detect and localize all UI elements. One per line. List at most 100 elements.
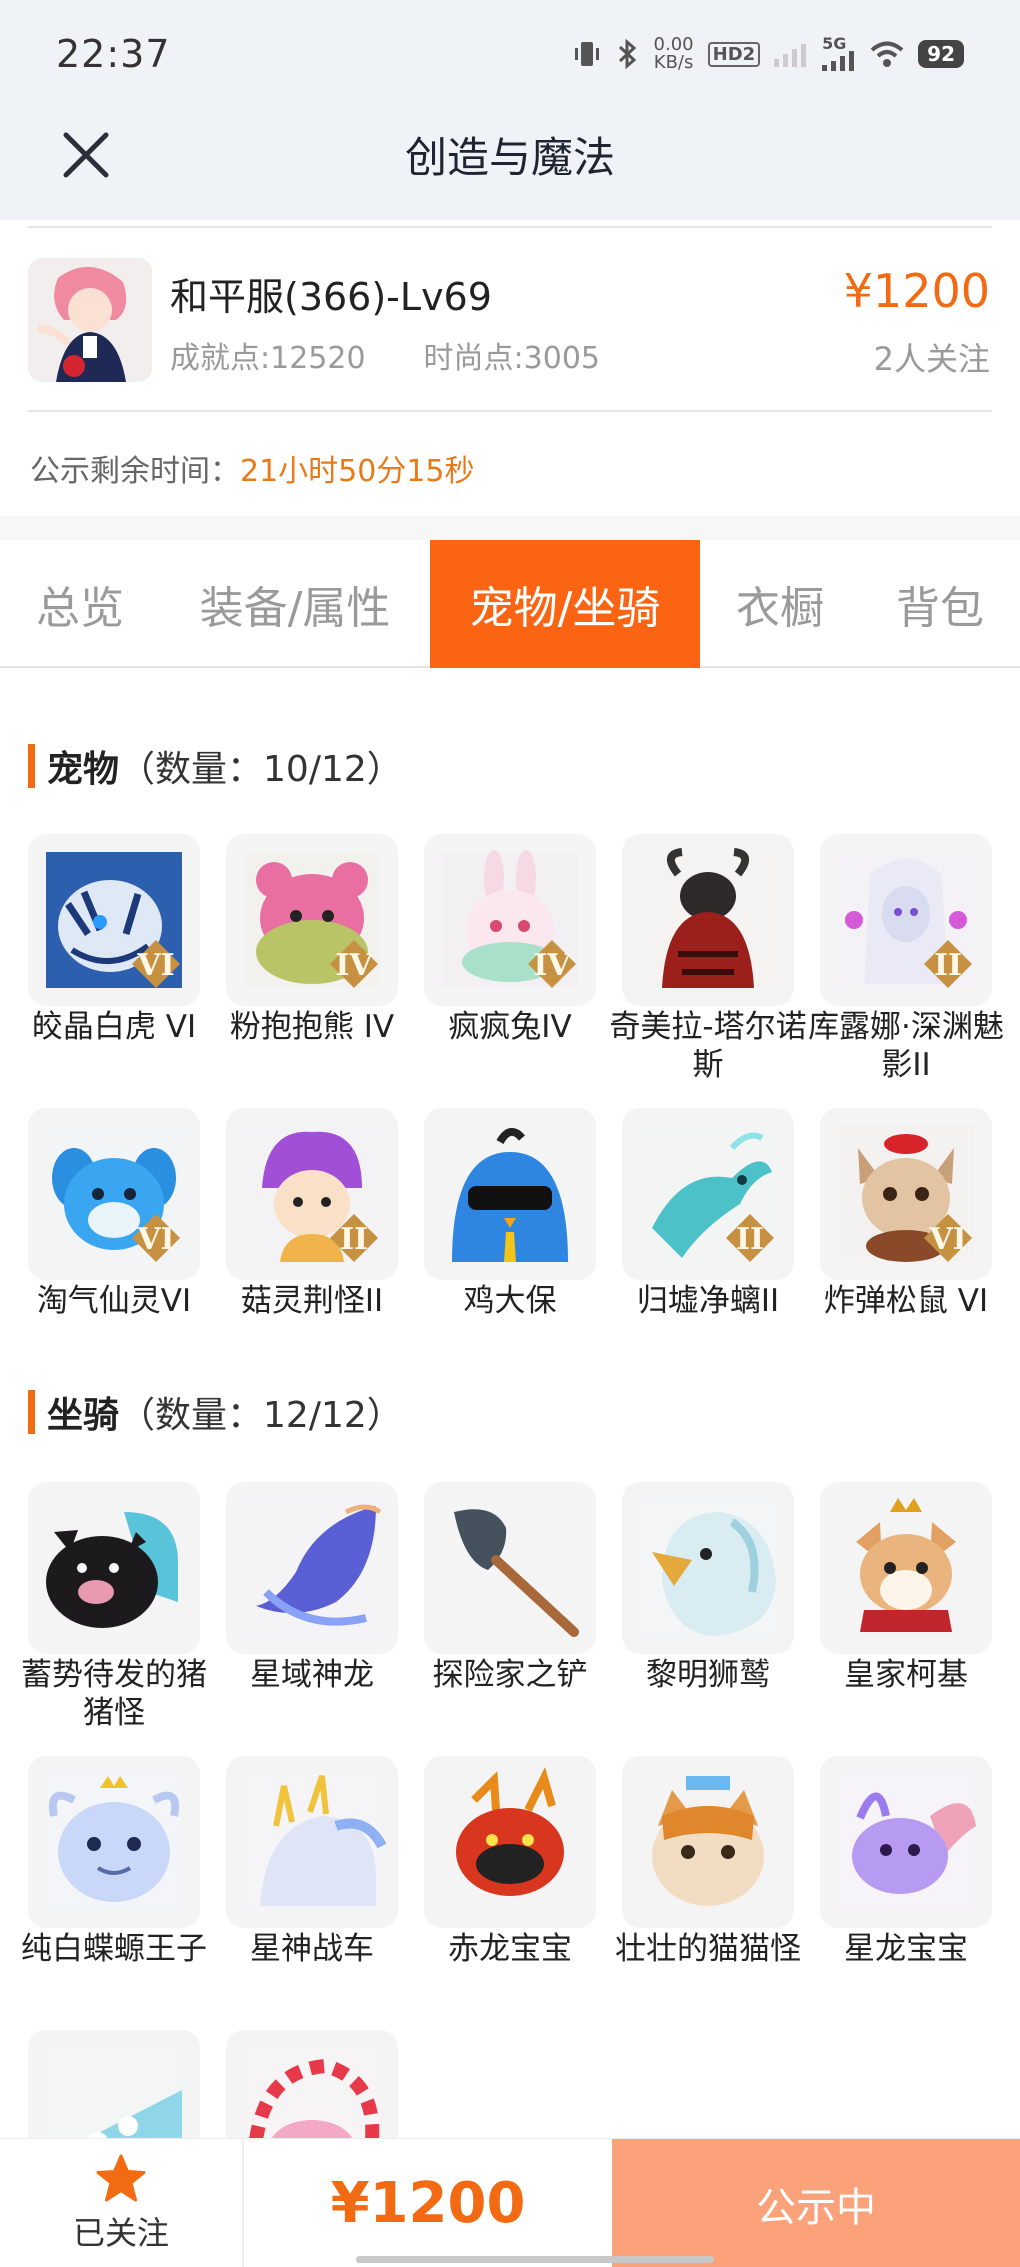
mount-item[interactable]: 探险家之铲 <box>424 1482 596 1694</box>
mount-item[interactable]: 蓄势待发的猪猪怪 <box>21 1482 207 1732</box>
tab-overview[interactable]: 总览 <box>0 540 160 668</box>
account-avatar[interactable] <box>28 258 152 382</box>
pet-label: 菇灵荆怪II <box>240 1283 384 1319</box>
tab-equipment[interactable]: 装备/属性 <box>170 540 420 668</box>
mount-thumbnail <box>424 1756 596 1928</box>
mount-item[interactable]: 皇家柯基 <box>820 1482 992 1694</box>
pet-label: 淘气仙灵VI <box>36 1283 192 1319</box>
pet-label: 鸡大保 <box>463 1283 557 1319</box>
net-speed: 0.00 KB/s <box>654 36 694 72</box>
achievement-points: 成就点:12520 <box>170 341 366 376</box>
mounts-section-title: 坐骑 （数量：12/12） <box>28 1386 403 1438</box>
mounts-title: 坐骑 <box>47 1395 120 1436</box>
bluetooth-icon <box>616 38 640 70</box>
account-price: ¥1200 <box>843 264 990 318</box>
mount-label: 黎明狮鹫 <box>646 1657 770 1693</box>
bottom-price: ¥1200 <box>330 2171 526 2236</box>
mount-thumbnail <box>820 1482 992 1654</box>
mount-item[interactable]: 星龙宝宝 <box>820 1756 992 1968</box>
pet-thumbnail: II <box>820 834 992 1006</box>
countdown-label: 公示剩余时间： <box>30 454 240 489</box>
section-marker <box>28 744 35 788</box>
mount-thumbnail <box>226 1482 398 1654</box>
pet-rank-badge: VI <box>136 948 174 983</box>
wifi-icon <box>870 40 904 68</box>
pet-rank-badge: II <box>736 1222 764 1257</box>
mount-item[interactable]: 黎明狮鹫 <box>622 1482 794 1694</box>
pet-thumbnail <box>622 834 794 1006</box>
pets-title: 宠物 <box>47 749 120 790</box>
fashion-points: 时尚点:3005 <box>423 341 601 376</box>
pets-section-title: 宠物 （数量：10/12） <box>28 740 403 792</box>
pet-label: 粉抱抱熊 IV <box>229 1009 395 1045</box>
hd-badge: HD2 <box>707 41 761 67</box>
vibrate-icon <box>572 39 602 69</box>
mount-item[interactable]: 星神战车 <box>226 1756 398 1968</box>
signal-5g-icon: 5G <box>822 34 856 71</box>
pet-rank-badge: II <box>340 1222 368 1257</box>
mount-thumbnail <box>28 1756 200 1928</box>
pet-item[interactable]: 奇美拉-塔尔诺斯 <box>609 834 807 1084</box>
pet-thumbnail: II <box>622 1108 794 1280</box>
account-stats: 成就点:12520 时尚点:3005 <box>170 333 600 377</box>
status-button[interactable]: 公示中 <box>612 2139 1020 2267</box>
bottom-action-bar: 已关注 ¥1200 公示中 <box>0 2138 1020 2267</box>
mount-item[interactable]: 壮壮的猫猫怪 <box>615 1756 801 1968</box>
mount-thumbnail <box>622 1756 794 1928</box>
pet-thumbnail: IV <box>226 834 398 1006</box>
mount-label: 探险家之铲 <box>432 1657 588 1693</box>
pet-item[interactable]: II 库露娜·深渊魅影II <box>808 834 1004 1084</box>
mount-thumbnail <box>424 1482 596 1654</box>
tab-pets-mounts[interactable]: 宠物/坐骑 <box>430 540 700 668</box>
mount-label: 纯白蝶螈王子 <box>21 1931 207 1967</box>
countdown: 公示剩余时间：21小时50分15秒 <box>30 446 475 490</box>
home-indicator[interactable] <box>356 2256 714 2263</box>
mount-label: 赤龙宝宝 <box>448 1931 572 1967</box>
section-marker <box>28 1390 35 1434</box>
pet-item[interactable]: IV 疯疯兔IV <box>424 834 596 1046</box>
pet-rank-badge: IV <box>335 948 373 983</box>
mount-thumbnail <box>820 1756 992 1928</box>
pet-rank-badge: VI <box>136 1222 174 1257</box>
signal-weak-icon <box>774 41 808 67</box>
pet-item[interactable]: 鸡大保 <box>424 1108 596 1320</box>
pet-item[interactable]: IV 粉抱抱熊 IV <box>226 834 398 1046</box>
pet-thumbnail: VI <box>28 834 200 1006</box>
mount-label: 壮壮的猫猫怪 <box>615 1931 801 1967</box>
pet-label: 皎晶白虎 VI <box>31 1009 197 1045</box>
follow-label: 已关注 <box>72 2213 169 2252</box>
status-icons: 0.00 KB/s HD2 5G 92 <box>572 34 964 74</box>
mount-item[interactable]: 星域神龙 <box>226 1482 398 1694</box>
tab-wardrobe[interactable]: 衣橱 <box>710 540 850 668</box>
pet-item[interactable]: II 菇灵荆怪II <box>226 1108 398 1320</box>
pets-count: （数量：10/12） <box>119 749 403 790</box>
pet-thumbnail: VI <box>820 1108 992 1280</box>
pet-item[interactable]: VI 淘气仙灵VI <box>28 1108 200 1320</box>
pet-item[interactable]: VI 炸弹松鼠 VI <box>820 1108 992 1320</box>
pet-rank-badge: II <box>934 948 962 983</box>
pet-rank-badge: VI <box>928 1222 966 1257</box>
divider <box>28 410 992 412</box>
mount-label: 星龙宝宝 <box>844 1931 968 1967</box>
mount-item[interactable]: 纯白蝶螈王子 <box>21 1756 207 1968</box>
tab-backpack[interactable]: 背包 <box>860 540 1020 668</box>
pet-rank-badge: IV <box>533 948 571 983</box>
countdown-value: 21小时50分15秒 <box>240 454 475 489</box>
pet-thumbnail: VI <box>28 1108 200 1280</box>
pet-label: 归墟净螭II <box>636 1283 780 1319</box>
pet-label: 库露娜·深渊魅影II <box>808 1009 1004 1083</box>
nav-bar: 创造与魔法 <box>0 110 1020 220</box>
pet-thumbnail <box>424 1108 596 1280</box>
pet-item[interactable]: II 归墟净螭II <box>622 1108 794 1320</box>
pet-item[interactable]: VI 皎晶白虎 VI <box>28 834 200 1046</box>
tab-bar: 总览 装备/属性 宠物/坐骑 衣橱 背包 <box>0 540 1020 668</box>
mount-label: 星神战车 <box>250 1931 374 1967</box>
follow-button[interactable]: 已关注 <box>0 2139 244 2267</box>
pet-label: 炸弹松鼠 VI <box>823 1283 989 1319</box>
pet-thumbnail: II <box>226 1108 398 1280</box>
signal-5g-label: 5G <box>822 34 847 53</box>
net-speed-unit: KB/s <box>653 52 694 73</box>
divider <box>28 226 992 228</box>
battery-level: 92 <box>918 40 964 68</box>
mount-item[interactable]: 赤龙宝宝 <box>424 1756 596 1968</box>
